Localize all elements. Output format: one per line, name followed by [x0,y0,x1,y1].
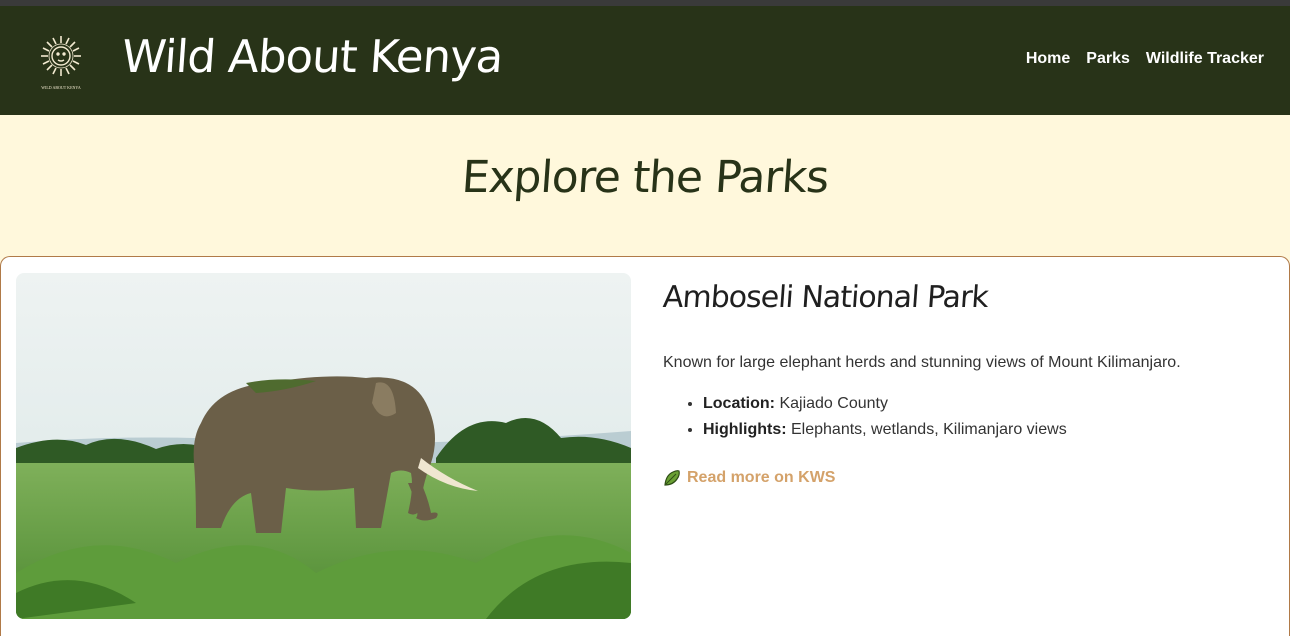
fact-value: Elephants, wetlands, Kilimanjaro views [791,421,1067,438]
fact-value: Kajiado County [779,395,888,412]
list-item: Location: Kajiado County [703,395,1067,413]
park-description: Known for large elephant herds and stunn… [663,354,1181,371]
page-title: Explore the Parks [460,152,830,203]
park-name: Amboseli National Park [661,280,990,315]
read-more-link[interactable]: Read more on KWS [663,469,835,487]
read-more-label: Read more on KWS [687,469,836,486]
main-nav: Home Parks Wildlife Tracker [1026,50,1264,68]
park-facts-list: Location: Kajiado County Highlights: Ele… [663,395,1067,447]
park-photo [16,273,631,619]
logo-text: WILD ABOUT KENYA [41,85,81,90]
site-title[interactable]: Wild About Kenya [120,30,504,83]
sun-lion-logo-icon: WILD ABOUT KENYA [41,36,81,90]
site-header: WILD ABOUT KENYA Wild About Kenya Home P… [0,6,1290,115]
leaf-icon [663,469,681,487]
elephant-photo-icon [16,273,631,619]
fact-label: Location: [703,395,775,412]
nav-wildlife-tracker[interactable]: Wildlife Tracker [1146,50,1264,68]
logo[interactable]: WILD ABOUT KENYA [34,32,88,92]
list-item: Highlights: Elephants, wetlands, Kiliman… [703,421,1067,439]
nav-parks[interactable]: Parks [1086,50,1130,68]
nav-home[interactable]: Home [1026,50,1070,68]
fact-label: Highlights: [703,421,787,438]
